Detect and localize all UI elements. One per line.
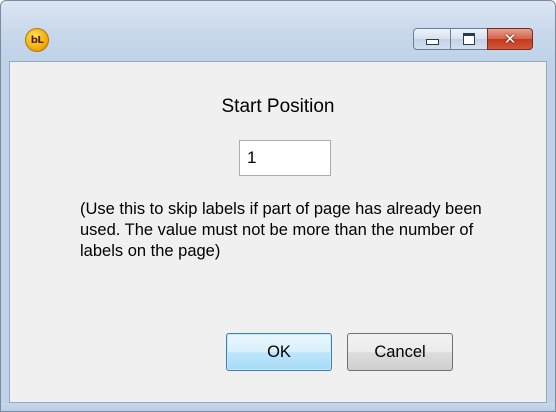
minimize-icon — [425, 39, 439, 45]
title-bar[interactable]: bL ✕ — [1, 1, 555, 61]
dialog-client-area: Start Position (Use this to skip labels … — [9, 61, 547, 403]
minimize-button[interactable] — [413, 28, 451, 50]
start-position-input[interactable] — [239, 140, 331, 176]
maximize-icon — [463, 33, 475, 45]
app-logo-icon[interactable]: bL — [25, 28, 49, 52]
ok-button[interactable]: OK — [226, 333, 332, 371]
app-logo-text: bL — [30, 34, 44, 46]
dialog-window: bL ✕ Start Position (Use this to skip la… — [0, 0, 556, 412]
cancel-button[interactable]: Cancel — [347, 333, 453, 371]
start-position-label: Start Position — [221, 96, 335, 117]
caption-buttons: ✕ — [413, 28, 533, 50]
close-button[interactable]: ✕ — [487, 28, 533, 50]
close-icon: ✕ — [503, 29, 517, 48]
maximize-button[interactable] — [450, 28, 488, 50]
help-text: (Use this to skip labels if part of page… — [80, 200, 482, 260]
